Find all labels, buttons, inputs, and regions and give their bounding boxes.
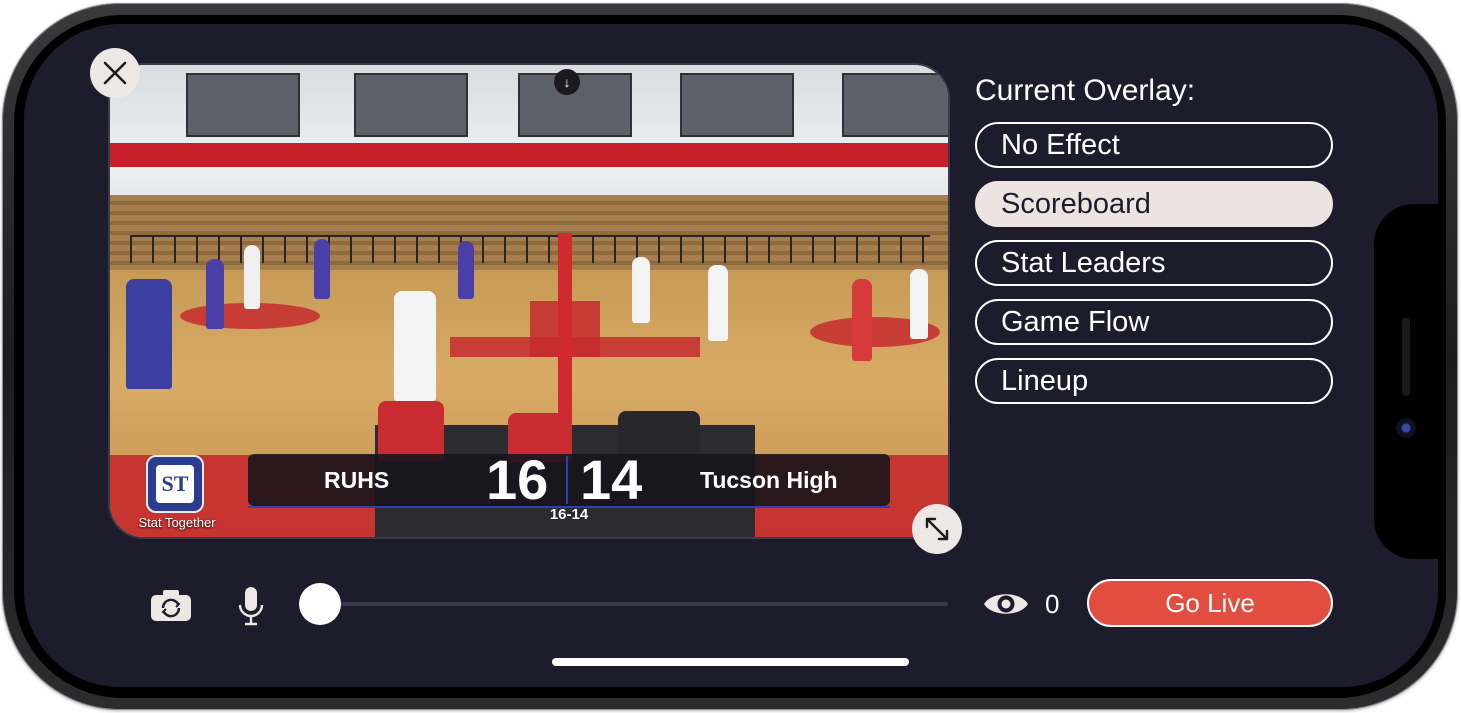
home-indicator[interactable] — [552, 658, 909, 666]
expand-button[interactable] — [912, 504, 962, 554]
overlay-title: Current Overlay: — [975, 74, 1196, 107]
overlay-option-label: Game Flow — [1001, 306, 1150, 338]
gym-window — [354, 73, 468, 137]
expand-icon — [925, 517, 949, 541]
go-live-button[interactable]: Go Live — [1087, 579, 1333, 627]
stat-together-logo: ST — [146, 455, 204, 513]
away-score: 14 — [580, 448, 643, 511]
flip-camera-button[interactable] — [148, 586, 194, 624]
overlay-option-stat-leaders[interactable]: Stat Leaders — [975, 240, 1333, 286]
microphone-icon — [238, 587, 264, 626]
logo-text: ST — [156, 465, 194, 503]
gym-wall-stripe — [110, 143, 948, 167]
player-figure — [708, 265, 728, 341]
home-score: 16 — [486, 448, 549, 511]
camera-flip-icon — [151, 590, 191, 621]
download-icon[interactable]: ↓ — [554, 69, 580, 95]
zoom-slider-track[interactable] — [320, 602, 948, 606]
close-icon — [103, 61, 127, 85]
viewer-count: 0 — [1045, 589, 1060, 619]
away-team-name: Tucson High — [700, 467, 838, 493]
set-score: 16-14 — [549, 506, 589, 523]
eye-icon — [984, 594, 1028, 614]
gym-window — [842, 73, 948, 137]
player-figure — [314, 239, 330, 299]
home-team-name: RUHS — [324, 467, 390, 493]
overlay-option-label: Lineup — [1001, 365, 1089, 397]
player-figure — [852, 279, 872, 361]
referee-figure — [126, 279, 172, 389]
overlay-option-game-flow[interactable]: Game Flow — [975, 299, 1333, 345]
logo-caption: Stat Together — [138, 515, 216, 530]
player-figure — [206, 259, 224, 329]
microphone-button[interactable] — [236, 584, 266, 628]
player-figure — [910, 269, 928, 339]
front-camera — [1396, 418, 1416, 438]
zoom-slider-knob[interactable] — [299, 583, 341, 625]
gym-window — [186, 73, 300, 137]
volleyball-net-post — [558, 233, 572, 423]
side-button — [1402, 318, 1410, 396]
player-figure — [632, 257, 650, 323]
overlay-option-lineup[interactable]: Lineup — [975, 358, 1333, 404]
overlay-option-label: Scoreboard — [1001, 188, 1151, 220]
referee-figure — [394, 291, 436, 401]
spectator-figure — [378, 401, 444, 461]
overlay-option-label: Stat Leaders — [1001, 247, 1166, 279]
gym-window — [680, 73, 794, 137]
video-preview[interactable]: ↓ ST Stat Together RUHS 16 14 Tucson Hig… — [108, 63, 950, 539]
player-figure — [458, 241, 474, 299]
player-figure — [244, 245, 260, 309]
scoreboard-overlay: RUHS 16 14 Tucson High — [248, 450, 890, 510]
viewers-indicator — [982, 588, 1030, 620]
overlay-option-label: No Effect — [1001, 129, 1120, 161]
score-divider — [566, 456, 568, 504]
overlay-option-no-effect[interactable]: No Effect — [975, 122, 1333, 168]
close-button[interactable] — [90, 48, 140, 98]
overlay-option-scoreboard[interactable]: Scoreboard — [975, 181, 1333, 227]
